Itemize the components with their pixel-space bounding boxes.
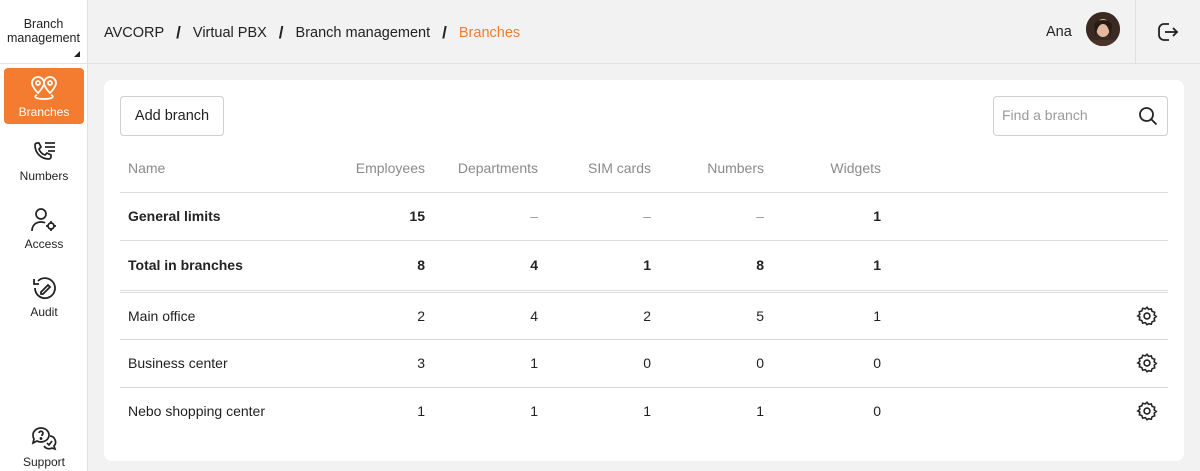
table-row[interactable]: Business center 3 1 0 0 0: [120, 338, 1168, 387]
column-header-widgets[interactable]: Widgets: [764, 144, 881, 192]
column-header-sim-cards[interactable]: SIM cards: [538, 144, 651, 192]
search-input[interactable]: [1002, 107, 1132, 123]
row-name: Nebo shopping center: [120, 386, 330, 435]
breadcrumb-separator: /: [442, 23, 447, 42]
gear-icon[interactable]: [1136, 352, 1158, 374]
column-header-actions: [881, 144, 1168, 192]
cell-departments: 4: [425, 290, 538, 339]
user-name[interactable]: Ana: [1046, 24, 1072, 40]
row-name: Total in branches: [120, 239, 330, 293]
sidebar-item-label: Branches: [18, 105, 70, 119]
cell-widgets: 1: [764, 239, 881, 293]
audit-icon: [33, 277, 56, 300]
sidebar-item-access[interactable]: Access: [4, 200, 84, 256]
cell-departments: 4: [425, 239, 538, 293]
search-icon[interactable]: [1138, 106, 1158, 126]
app-switcher-label-2: management: [7, 31, 80, 45]
branches-card: Add branch Name Employees Departments SI…: [104, 80, 1184, 461]
column-header-departments[interactable]: Departments: [425, 144, 538, 192]
search-box: [993, 96, 1168, 136]
cell-widgets: 1: [764, 191, 881, 240]
cell-numbers: 0: [651, 338, 764, 387]
column-header-employees[interactable]: Employees: [330, 144, 425, 192]
breadcrumb-item-virtual-pbx[interactable]: Virtual PBX: [193, 25, 267, 41]
row-name: Business center: [120, 338, 330, 387]
sidebar-item-branches[interactable]: Branches: [4, 68, 84, 124]
cell-employees: 15: [330, 191, 425, 240]
sidebar: Branch management Branches Numbers Acces…: [0, 0, 88, 471]
breadcrumb-separator: /: [176, 23, 181, 42]
corner-triangle-icon: [74, 51, 80, 57]
table-row[interactable]: Main office 2 4 2 5 1: [120, 290, 1168, 339]
cell-numbers: 5: [651, 290, 764, 339]
sidebar-item-label: Access: [24, 237, 64, 251]
sidebar-item-audit[interactable]: Audit: [4, 268, 84, 324]
breadcrumb-item-branch-management[interactable]: Branch management: [296, 25, 431, 41]
cell-departments: 1: [425, 386, 538, 435]
cell-departments: –: [425, 191, 538, 240]
top-header: AVCORP / Virtual PBX / Branch management…: [88, 0, 1200, 64]
cell-employees: 1: [330, 386, 425, 435]
column-header-numbers[interactable]: Numbers: [651, 144, 764, 192]
cell-numbers: –: [651, 191, 764, 240]
cell-sim-cards: –: [538, 191, 651, 240]
sidebar-item-support[interactable]: Support: [4, 418, 84, 471]
breadcrumb: AVCORP / Virtual PBX / Branch management…: [104, 23, 520, 43]
app-switcher[interactable]: Branch management: [0, 0, 87, 64]
summary-row-general-limits: General limits 15 – – – 1: [120, 191, 1168, 240]
cell-sim-cards: 1: [538, 239, 651, 293]
row-name: General limits: [120, 191, 330, 240]
column-header-name[interactable]: Name: [120, 144, 330, 192]
breadcrumb-separator: /: [278, 23, 284, 42]
table-header-row: Name Employees Departments SIM cards Num…: [120, 144, 1168, 192]
breadcrumb-item-avcorp[interactable]: AVCORP: [104, 25, 164, 41]
gear-icon[interactable]: [1136, 305, 1158, 327]
sidebar-item-label: Audit: [30, 305, 58, 319]
cell-employees: 8: [330, 239, 425, 293]
cell-numbers: 1: [651, 386, 764, 435]
sidebar-item-label: Numbers: [19, 169, 69, 183]
avatar[interactable]: [1086, 12, 1120, 46]
sidebar-item-numbers[interactable]: Numbers: [4, 132, 84, 188]
logout-icon[interactable]: [1156, 20, 1180, 44]
cell-employees: 2: [330, 290, 425, 339]
cell-employees: 3: [330, 338, 425, 387]
user-gear-icon: [31, 208, 56, 232]
cell-widgets: 1: [764, 290, 881, 339]
row-name: Main office: [120, 290, 330, 339]
cell-sim-cards: 0: [538, 338, 651, 387]
cell-departments: 1: [425, 338, 538, 387]
support-chat-icon: [31, 427, 57, 451]
app-switcher-label-1: Branch: [23, 17, 64, 31]
table-row[interactable]: Nebo shopping center 1 1 1 1 0: [120, 386, 1168, 435]
breadcrumb-item-branches: Branches: [458, 25, 521, 41]
branches-pin-icon: [31, 76, 57, 100]
sidebar-item-label: Support: [22, 455, 66, 469]
cell-sim-cards: 2: [538, 290, 651, 339]
add-branch-button[interactable]: Add branch: [120, 96, 224, 136]
phone-list-icon: [34, 142, 55, 160]
cell-numbers: 8: [651, 239, 764, 293]
branches-table: Name Employees Departments SIM cards Num…: [120, 144, 1168, 435]
header-divider: [1135, 0, 1136, 64]
cell-sim-cards: 1: [538, 386, 651, 435]
summary-row-total: Total in branches 8 4 1 8 1: [120, 239, 1168, 293]
cell-widgets: 0: [764, 338, 881, 387]
cell-widgets: 0: [764, 386, 881, 435]
gear-icon[interactable]: [1136, 400, 1158, 422]
